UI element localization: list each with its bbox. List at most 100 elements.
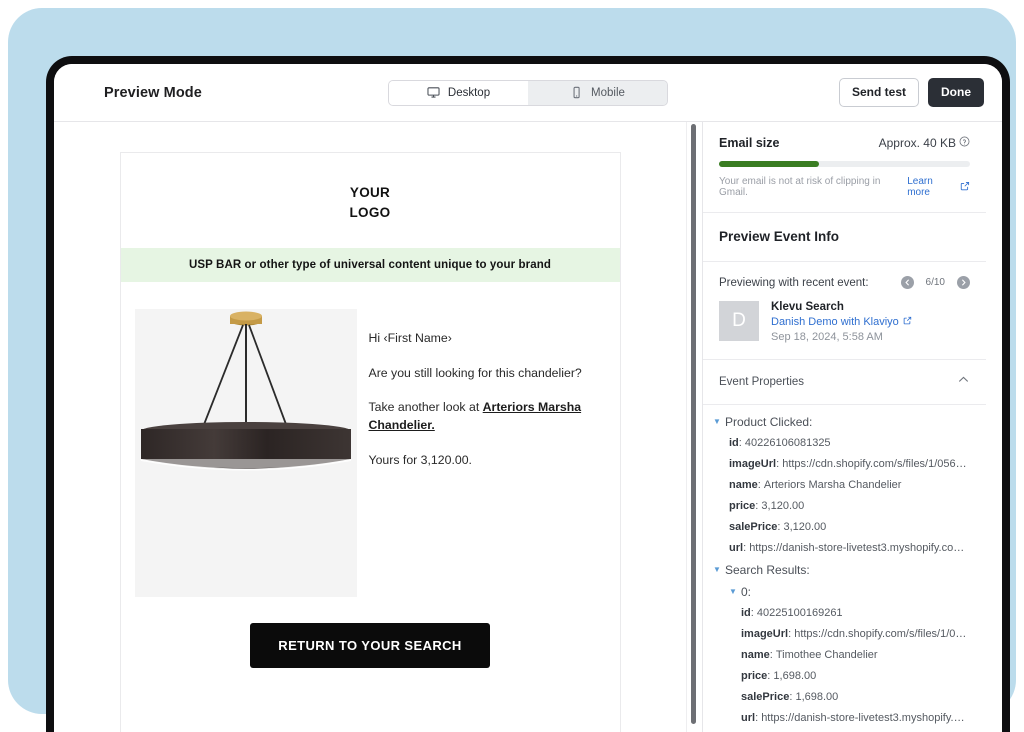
property-value: 3,120.00 <box>761 500 805 512</box>
property-row: id: 40225100169261 <box>741 607 843 619</box>
recent-event-section: Previewing with recent event: 6/10 D Kle… <box>703 262 986 360</box>
previous-event-button[interactable] <box>900 276 914 289</box>
property-value: 40226106081325 <box>744 437 831 449</box>
event-source-label: Danish Demo with Klaviyo <box>771 316 899 328</box>
property-row: url: https://danish-store-livetest3.mysh… <box>713 542 970 554</box>
email-logo: YOUR LOGO <box>121 153 620 248</box>
property-value: https://danish-store-livetest3.myshopify… <box>761 712 970 724</box>
view-mode-toggle[interactable]: Desktop Mobile <box>388 79 668 106</box>
email-hero: Hi ‹First Name› Are you still looking fo… <box>121 282 620 598</box>
caret-down-icon[interactable]: ▼ <box>729 585 737 599</box>
property-key: url <box>729 542 744 554</box>
clipping-note-text: Your email is not at risk of clipping in… <box>719 176 881 198</box>
event-properties-header[interactable]: Event Properties <box>703 360 986 405</box>
page-title: Preview Mode <box>104 84 202 101</box>
tree-group-label: Search Results: <box>725 563 810 577</box>
external-link-icon[interactable] <box>960 181 970 194</box>
property-key: imageUrl <box>729 458 777 470</box>
property-row: name: Timothee Chandelier <box>741 649 878 661</box>
property-key: url <box>741 712 756 724</box>
body-split: YOUR LOGO USP BAR or other type of unive… <box>54 122 1002 732</box>
property-row: url: https://danish-store-livetest3.mysh… <box>713 712 970 724</box>
mobile-phone-icon <box>570 86 583 99</box>
property-value: Arteriors Marsha Chandelier <box>763 479 902 491</box>
property-row: imageUrl: https://cdn.shopify.com/s/file… <box>713 628 970 640</box>
property-row: price: 1,698.00 <box>741 670 817 682</box>
property-key: price <box>741 670 768 682</box>
caret-down-icon[interactable]: ▼ <box>713 563 721 577</box>
email-size-value: Approx. 40 KB <box>879 136 970 150</box>
email-canvas: YOUR LOGO USP BAR or other type of unive… <box>119 152 621 732</box>
property-key: salePrice <box>741 691 790 703</box>
event-properties-tree: ▼ Product Clicked: id: 40226106081325 im… <box>703 405 986 732</box>
event-card: D Klevu Search Danish Demo with Klaviyo <box>719 301 970 343</box>
email-size-label: Email size <box>719 136 780 150</box>
clipping-note: Your email is not at risk of clipping in… <box>719 176 970 198</box>
question-mark-icon[interactable] <box>959 136 970 150</box>
send-test-button[interactable]: Send test <box>838 78 919 107</box>
next-event-button[interactable] <box>957 276 970 289</box>
tab-desktop-label: Desktop <box>447 86 491 99</box>
preview-scrollbar[interactable] <box>686 122 702 732</box>
property-value: 40225100169261 <box>756 607 843 619</box>
preview-sidebar: Email size Approx. 40 KB Your email is n… <box>702 122 986 732</box>
caret-down-icon[interactable]: ▼ <box>713 415 721 429</box>
email-size-row: Email size Approx. 40 KB <box>719 136 970 150</box>
preview-scrollbar-thumb[interactable] <box>691 124 696 724</box>
preview-event-info-title: Preview Event Info <box>719 229 840 244</box>
tree-group-label: Product Clicked: <box>725 415 813 429</box>
property-key: price <box>729 500 756 512</box>
tree-group-product-clicked[interactable]: ▼ Product Clicked: <box>713 415 970 429</box>
property-row: price: 3,120.00 <box>729 500 805 512</box>
property-key: id <box>729 437 739 449</box>
tree-index-label: 0: <box>741 585 752 599</box>
email-copy: Hi ‹First Name› Are you still looking fo… <box>369 309 606 597</box>
tab-mobile[interactable]: Mobile <box>528 80 667 105</box>
tree-group-search-results[interactable]: ▼ Search Results: <box>713 563 970 577</box>
property-value: https://danish-store-livetest3.myshopify… <box>749 542 970 554</box>
email-recommendation-prefix: Take another look at <box>368 400 483 414</box>
property-row: salePrice: 1,698.00 <box>741 691 839 703</box>
property-row: salePrice: 3,120.00 <box>729 521 827 533</box>
chevron-up-icon[interactable] <box>957 373 970 391</box>
cta-wrap: RETURN TO YOUR SEARCH <box>121 597 620 669</box>
email-recommendation: Take another look at Arteriors Marsha Ch… <box>369 398 606 435</box>
property-value: Timothee Chandelier <box>775 649 878 661</box>
property-value: https://cdn.shopify.com/s/files/1/0564/3… <box>782 458 970 470</box>
email-size-bar-track <box>719 161 970 167</box>
device-bezel: Preview Mode Desktop Mobile Send test Do… <box>46 56 1010 732</box>
event-properties-title: Event Properties <box>719 376 805 388</box>
event-name: Klevu Search <box>771 301 844 313</box>
external-link-icon[interactable] <box>903 316 912 328</box>
learn-more-link[interactable]: Learn more <box>907 176 956 198</box>
done-button[interactable]: Done <box>928 78 984 107</box>
event-source-link[interactable]: Danish Demo with Klaviyo <box>771 316 912 328</box>
property-row: imageUrl: https://cdn.shopify.com/s/file… <box>713 458 970 470</box>
email-preview-pane: YOUR LOGO USP BAR or other type of unive… <box>54 122 686 732</box>
tree-group-index[interactable]: ▼ 0: <box>713 585 970 599</box>
email-price-line: Yours for 3,120.00. <box>368 452 472 467</box>
top-bar: Preview Mode Desktop Mobile Send test Do… <box>54 64 1002 122</box>
event-card-text: Klevu Search Danish Demo with Klaviyo Se… <box>771 301 912 343</box>
email-size-bar-fill <box>719 161 820 167</box>
property-key: name <box>729 479 758 491</box>
app-window: Preview Mode Desktop Mobile Send test Do… <box>54 64 1002 732</box>
property-key: salePrice <box>729 521 778 533</box>
email-size-value-text: Approx. 40 KB <box>878 136 956 150</box>
email-logo-line2: LOGO <box>349 204 391 220</box>
chandelier-illustration <box>134 309 357 598</box>
email-size-section: Email size Approx. 40 KB Your email is n… <box>703 122 986 213</box>
return-to-search-button[interactable]: RETURN TO YOUR SEARCH <box>250 623 490 669</box>
event-counter: 6/10 <box>925 277 945 288</box>
tab-mobile-label: Mobile <box>591 86 625 99</box>
preview-event-info-header: Preview Event Info <box>703 213 986 262</box>
topbar-actions: Send test Done <box>838 78 984 107</box>
property-key: id <box>741 607 751 619</box>
product-image-chandelier <box>134 309 357 598</box>
tab-desktop[interactable]: Desktop <box>389 80 528 105</box>
property-row: id: 40226106081325 <box>729 437 831 449</box>
recent-event-row: Previewing with recent event: 6/10 <box>719 276 970 289</box>
desktop-monitor-icon <box>427 86 440 99</box>
property-value: 1,698.00 <box>795 691 839 703</box>
screenshot-stage: Preview Mode Desktop Mobile Send test Do… <box>0 0 1024 732</box>
